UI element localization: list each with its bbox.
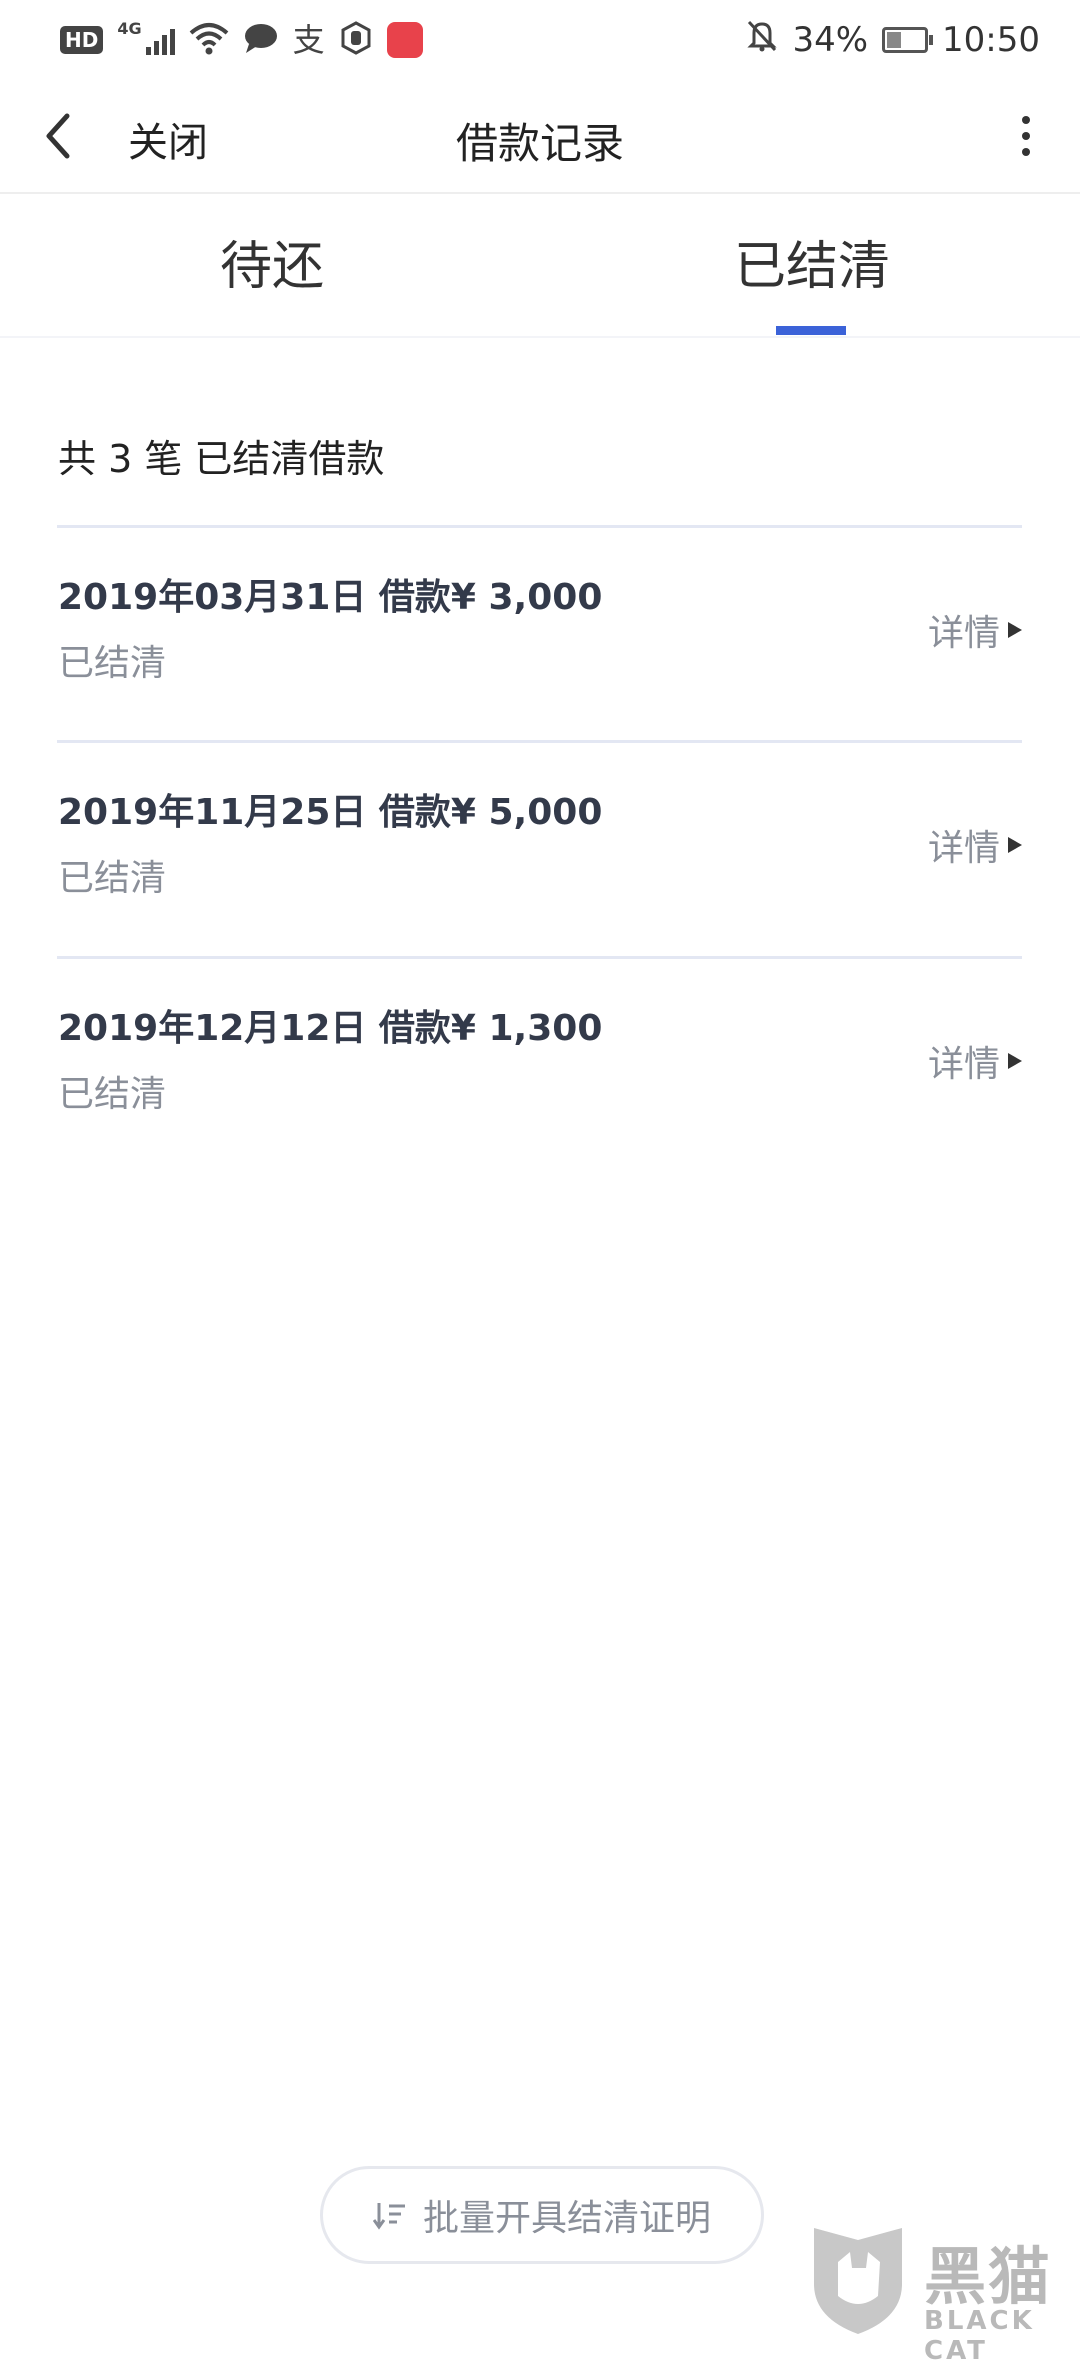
loan-title: 2019年12月12日 借款¥ 1,300 <box>58 1008 603 1049</box>
loan-status: 已结清 <box>58 858 167 899</box>
battery-percent: 34% <box>792 20 869 60</box>
tab-pending[interactable]: 待还 <box>220 224 324 299</box>
hand-icon <box>339 21 373 59</box>
app-store-icon <box>386 22 423 58</box>
loan-row[interactable]: 2019年03月31日 借款¥ 3,000 已结清 详情 <box>0 528 1080 742</box>
triangle-right-icon <box>1008 1053 1022 1069</box>
close-button[interactable]: 关闭 <box>128 110 208 168</box>
settled-summary: 共 3 笔 已结清借款 <box>58 437 385 481</box>
tab-bar: 待还 已结清 <box>0 194 1080 338</box>
network-type: 4G <box>117 18 142 38</box>
loan-status: 已结清 <box>58 643 167 684</box>
loan-row[interactable]: 2019年12月12日 借款¥ 1,300 已结清 详情 <box>0 959 1080 1173</box>
watermark-text-cn: 黑猫 <box>924 2240 1053 2313</box>
detail-label: 详情 <box>927 613 1000 654</box>
sort-icon <box>372 2203 405 2230</box>
status-icons-left: HD 4G 支 <box>60 18 423 62</box>
loan-title: 2019年11月25日 借款¥ 5,000 <box>58 792 603 833</box>
loan-title: 2019年03月31日 借款¥ 3,000 <box>58 577 603 618</box>
detail-link[interactable]: 详情 <box>928 819 1022 871</box>
wifi-icon <box>189 21 229 59</box>
signal-icon <box>145 25 175 55</box>
nav-bar: 关闭 借款记录 <box>0 80 1080 194</box>
chevron-left-icon <box>46 113 70 159</box>
battery-icon <box>882 27 934 53</box>
status-icons-right: 34% 10:50 <box>746 18 1040 62</box>
watermark-text-en: BLACK CAT <box>924 2306 1035 2366</box>
message-icon <box>243 22 279 58</box>
tab-settled[interactable]: 已结清 <box>734 224 890 299</box>
active-tab-indicator <box>776 326 846 335</box>
clock: 10:50 <box>942 20 1040 60</box>
triangle-right-icon <box>1008 622 1022 638</box>
status-bar: HD 4G 支 34% 10:50 <box>0 0 1080 80</box>
more-button[interactable] <box>998 108 1054 164</box>
cat-shield-icon <box>814 2228 902 2334</box>
loan-row[interactable]: 2019年11月25日 借款¥ 5,000 已结清 详情 <box>0 743 1080 957</box>
watermark-logo: 黑猫 BLACK CAT <box>808 2222 1080 2366</box>
more-vertical-icon <box>1022 116 1030 124</box>
mute-bell-icon <box>746 19 778 62</box>
batch-certificate-label: 批量开具结清证明 <box>422 2198 711 2239</box>
alipay-icon: 支 <box>292 21 325 59</box>
batch-certificate-button[interactable]: 批量开具结清证明 <box>320 2166 764 2264</box>
detail-label: 详情 <box>927 1044 1000 1085</box>
hd-icon: HD <box>60 26 104 54</box>
triangle-right-icon <box>1008 837 1022 853</box>
detail-link[interactable]: 详情 <box>928 604 1022 656</box>
detail-link[interactable]: 详情 <box>928 1035 1022 1087</box>
detail-label: 详情 <box>927 828 1000 869</box>
loan-status: 已结清 <box>58 1074 167 1115</box>
back-button[interactable] <box>30 108 86 164</box>
